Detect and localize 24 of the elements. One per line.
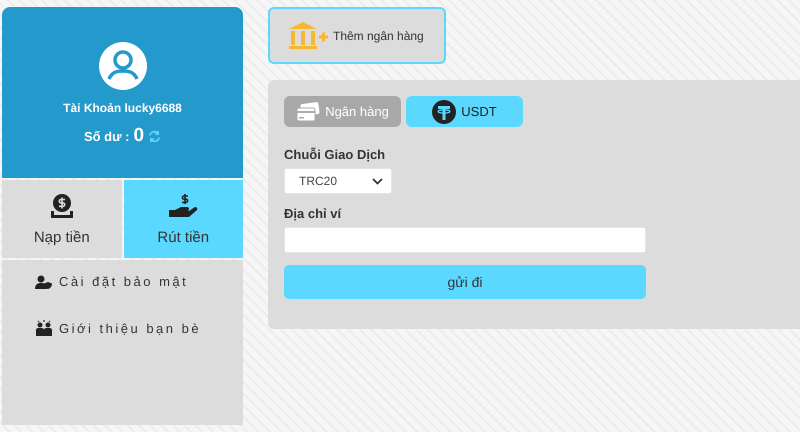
user-shield-icon: [35, 274, 53, 288]
address-label: Địa chỉ ví: [284, 206, 342, 221]
refresh-icon[interactable]: [148, 130, 162, 142]
chevron-icon: [372, 178, 383, 184]
people-icon: [35, 320, 53, 336]
chain-label: Chuỗi Giao Dịch: [284, 147, 386, 162]
method-tab[interactable]: USDT: [406, 96, 523, 127]
balance-value: 0: [133, 125, 144, 147]
cards-icon: [296, 102, 320, 122]
balance-label: Số dư :: [84, 128, 130, 144]
action-tile[interactable]: Rút tiền: [124, 180, 243, 258]
menu-item[interactable]: Cài đặt bảo mật: [35, 270, 243, 293]
submit-button[interactable]: gửi đi: [284, 265, 646, 299]
account-name: Tài Khoản lucky6688: [63, 101, 182, 115]
bank-plus-icon: [289, 20, 329, 50]
avatar-icon: [98, 42, 146, 90]
hand-money-icon: [168, 192, 198, 218]
tether-icon: [432, 100, 456, 124]
action-tile[interactable]: Nạp tiền: [2, 180, 122, 258]
chain-select[interactable]: TRC20: [284, 168, 392, 194]
address-field[interactable]: [284, 227, 646, 253]
menu-item[interactable]: Giới thiệu bạn bè: [35, 316, 243, 340]
add-bank-button[interactable]: Thêm ngân hàng: [268, 7, 446, 64]
coin-slot-icon: [50, 192, 74, 218]
